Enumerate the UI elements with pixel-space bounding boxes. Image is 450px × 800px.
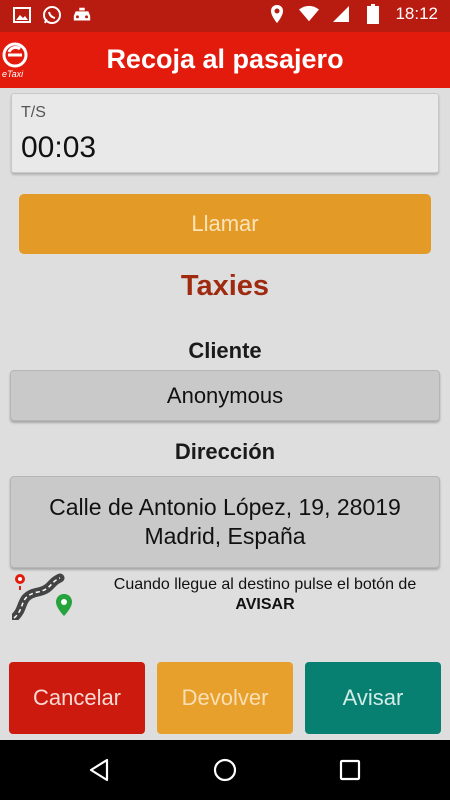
system-icons: 18:12 — [267, 4, 438, 24]
recents-icon[interactable] — [336, 756, 364, 784]
notify-button[interactable]: Avisar — [305, 662, 441, 734]
company-name: Taxies — [180, 270, 270, 302]
image-icon — [12, 5, 32, 25]
call-button[interactable]: Llamar — [19, 194, 431, 254]
location-icon — [267, 4, 287, 24]
client-label: Cliente — [188, 338, 262, 363]
info-bold-text: AVISAR — [235, 596, 295, 613]
info-text: Cuando llegue al destino pulse el botón … — [113, 576, 417, 593]
address-label: Dirección — [174, 439, 276, 464]
timer-label: T/S — [21, 104, 46, 121]
info-message: Cuando llegue al destino pulse el botón … — [90, 575, 440, 615]
address-field: Calle de Antonio López, 19, 28019 Madrid… — [10, 476, 440, 568]
page-title: Recoja al pasajero — [106, 44, 344, 74]
home-icon[interactable] — [211, 756, 239, 784]
notification-icons — [12, 5, 92, 25]
wifi-icon — [299, 4, 320, 24]
cancel-button[interactable]: Cancelar — [9, 662, 145, 734]
return-button[interactable]: Devolver — [157, 662, 293, 734]
back-icon[interactable] — [85, 756, 113, 784]
status-bar: 18:12 — [0, 0, 450, 32]
client-field: Anonymous — [10, 370, 440, 421]
clock: 18:12 — [395, 4, 438, 23]
timer-value: 00:03 — [21, 131, 97, 164]
timer-panel: T/S 00:03 — [11, 93, 439, 173]
battery-icon — [363, 4, 383, 24]
route-icon — [9, 572, 74, 623]
signal-icon — [331, 4, 351, 24]
app-bar: eTaxi Recoja al pasajero — [0, 32, 450, 88]
whatsapp-icon — [42, 5, 62, 25]
taxi-icon — [72, 5, 92, 25]
navigation-bar — [0, 740, 450, 800]
